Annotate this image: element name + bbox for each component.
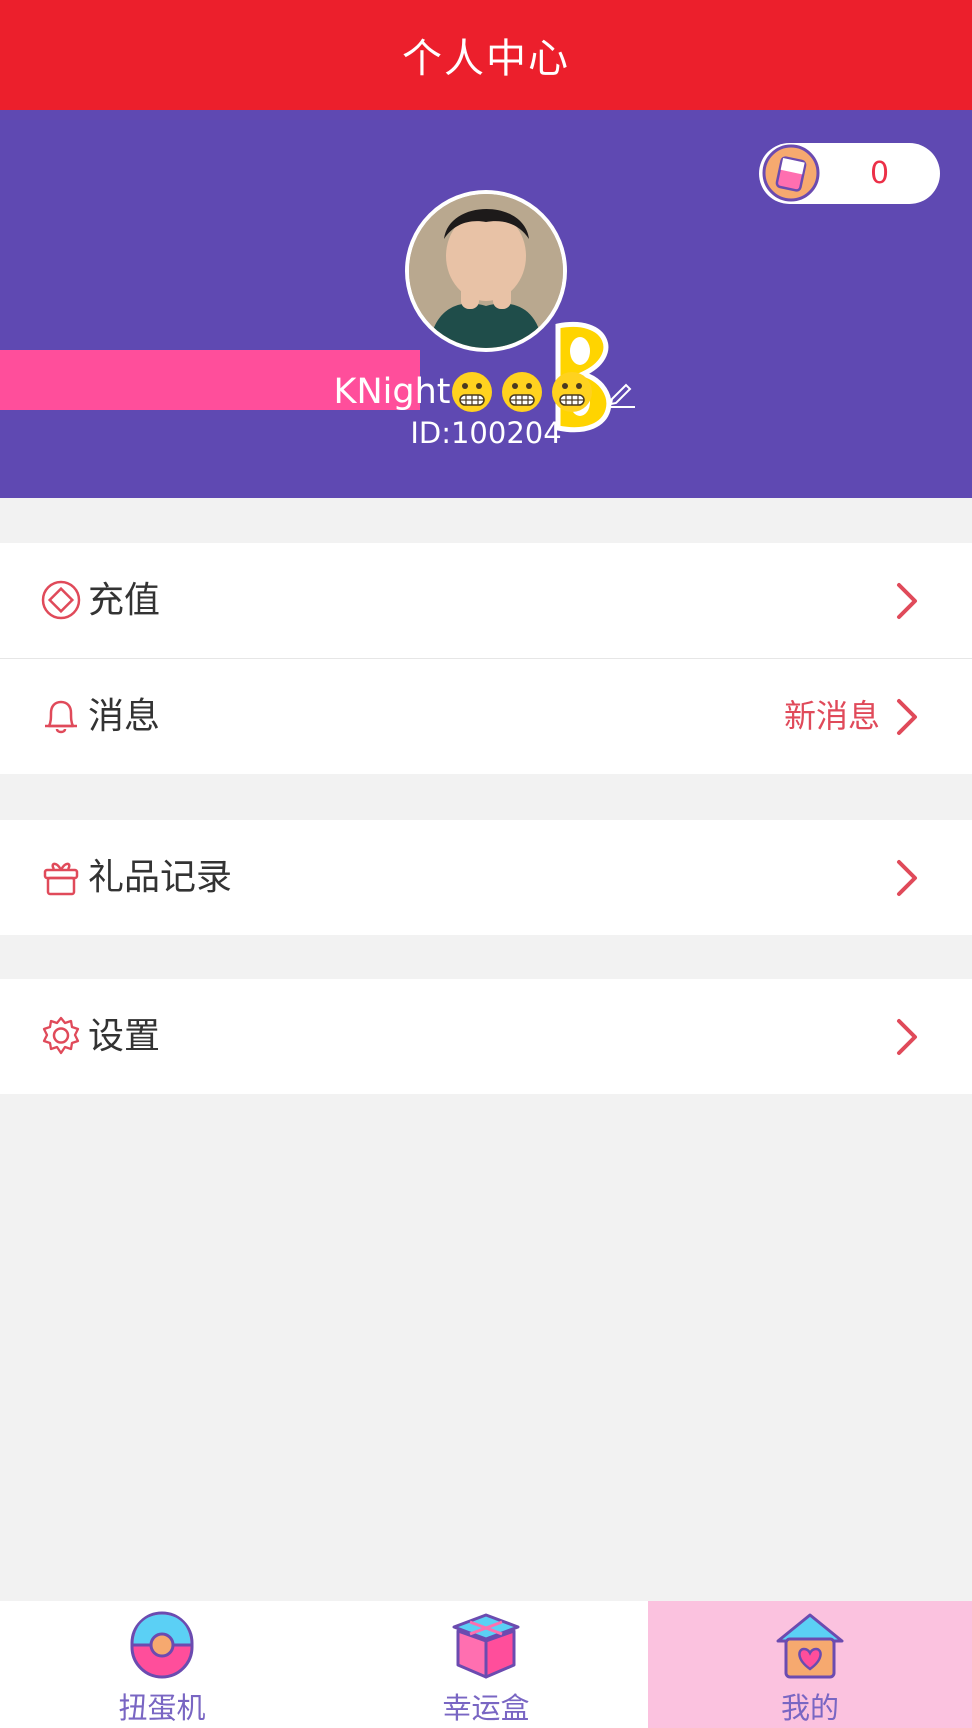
avatar[interactable] [405,190,567,352]
menu-group-account: 充值 消息 新消息 [0,543,972,774]
menu-item-gift-records[interactable]: 礼品记录 [0,820,972,935]
bell-icon [45,700,77,734]
username-row: KNight [0,368,972,416]
grimace-emoji-icon [502,372,543,412]
chevron-right-icon [897,1019,917,1055]
menu-item-settings[interactable]: 设置 [0,979,972,1094]
chevron-right-icon [897,699,917,735]
menu-item-messages[interactable]: 消息 新消息 [0,658,972,774]
profile-header: 0 KNight ID:100204 [0,110,972,498]
menu-label: 设置 [88,1016,161,1057]
edit-pencil-icon[interactable] [604,375,638,409]
coin-balance[interactable]: 0 [759,143,940,204]
menu-group-gifts: 礼品记录 [0,820,972,935]
menu-label: 礼品记录 [88,857,233,898]
gift-icon [43,862,79,896]
menu-label: 充值 [88,580,161,621]
capsule-machine-icon [130,1611,194,1679]
home-heart-icon [776,1613,844,1679]
menu-label: 消息 [88,696,161,737]
tab-lucky-box[interactable]: 幸运盒 [324,1601,648,1728]
username: KNight [333,372,451,412]
tab-label: 我的 [780,1691,839,1725]
gear-icon [42,1016,80,1055]
grimace-emoji-icon [552,372,593,412]
new-message-badge: 新消息 [783,697,880,735]
menu-item-recharge[interactable]: 充值 [0,543,972,658]
coin-count: 0 [869,156,890,191]
menu-group-settings: 设置 [0,979,972,1094]
chevron-right-icon [897,860,917,896]
tab-capsule-machine[interactable]: 扭蛋机 [0,1601,324,1728]
lucky-box-icon [452,1613,520,1679]
recharge-icon [41,580,81,620]
chevron-right-icon [897,583,917,619]
grimace-emoji-icon [452,372,493,412]
user-id: ID:100204 [410,416,562,450]
coin-icon [762,144,820,202]
bottom-tab-bar: 扭蛋机 幸运盒 我的 [0,1601,972,1728]
tab-label: 幸运盒 [442,1691,530,1725]
tab-mine[interactable]: 我的 [648,1601,972,1728]
page-title: 个人中心 [0,0,972,110]
tab-label: 扭蛋机 [118,1691,206,1725]
avatar-photo [409,194,563,348]
